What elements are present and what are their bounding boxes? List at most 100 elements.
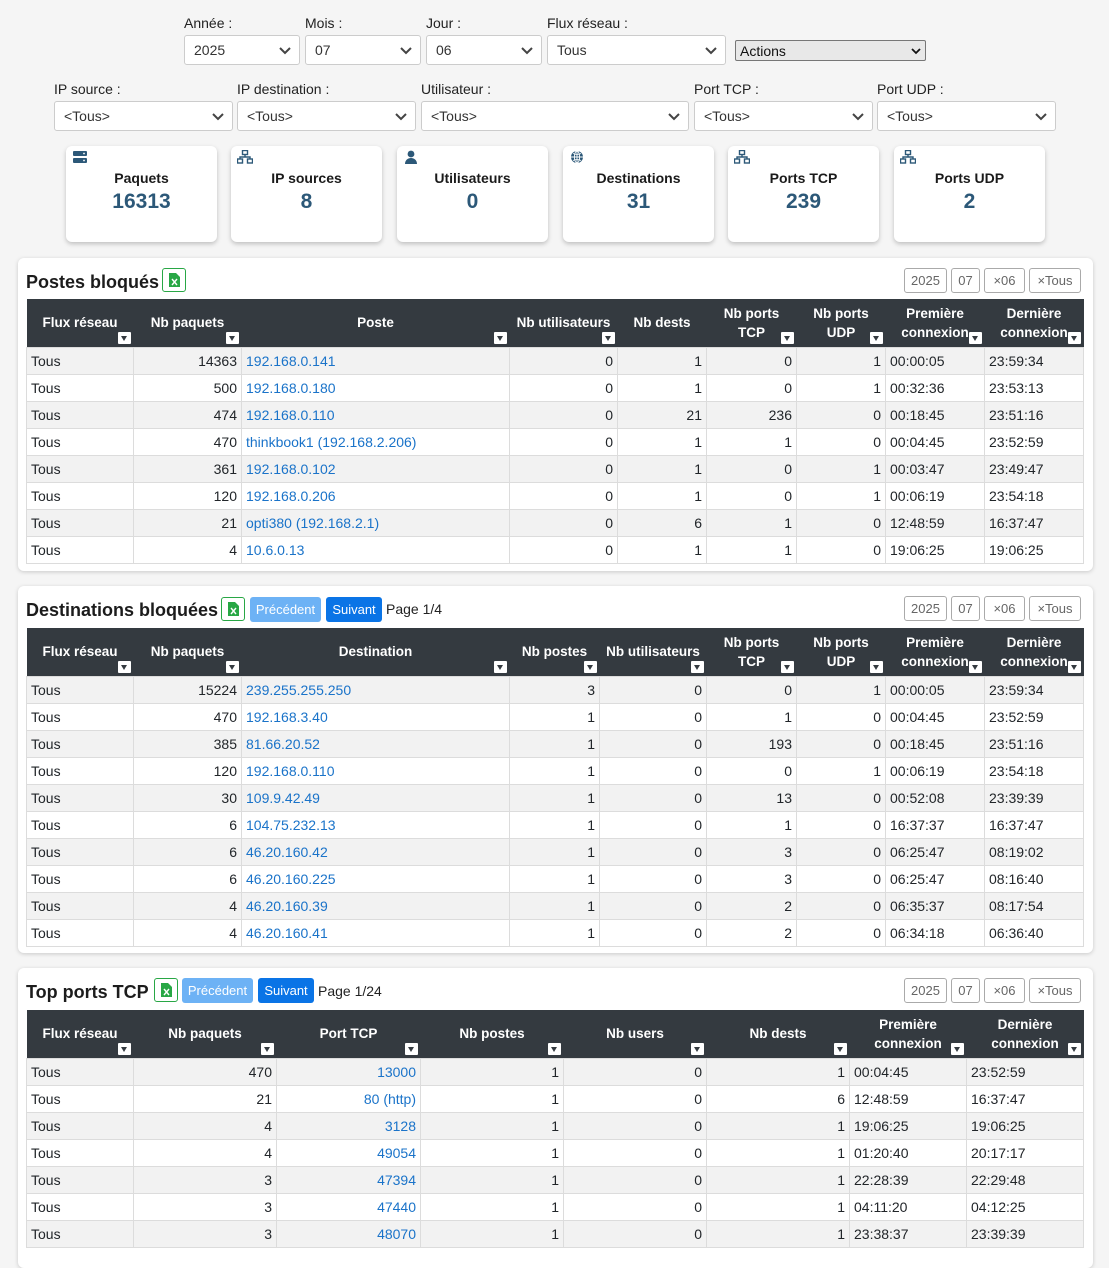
table-link[interactable]: 47440 [377,1199,416,1215]
column-header-nb-postes[interactable]: Nb postes [420,1010,564,1058]
table-link[interactable]: 109.9.42.49 [246,790,320,806]
filter-all-button[interactable]: ×Tous [1029,978,1081,1003]
filter-day-button[interactable]: ×06 [984,596,1025,621]
kpi-destinations[interactable]: Destinations 31 [563,146,714,242]
table-link[interactable]: 49054 [377,1145,416,1161]
table-link[interactable]: 48070 [377,1226,416,1242]
filter-year-button[interactable]: 2025 [904,268,947,293]
column-filter-dropdown-icon[interactable] [950,1042,964,1055]
column-header-nb-dests[interactable]: Nb dests [617,299,707,347]
column-filter-dropdown-icon[interactable] [968,331,982,344]
column-filter-dropdown-icon[interactable] [117,331,131,344]
column-filter-dropdown-icon[interactable] [869,660,883,673]
column-header-premiere-connexion[interactable]: Première connexion [885,628,985,676]
column-filter-dropdown-icon[interactable] [1067,331,1081,344]
column-header-nb-dests[interactable]: Nb dests [706,1010,850,1058]
column-header-nb-paquets[interactable]: Nb paquets [133,299,242,347]
column-filter-dropdown-icon[interactable] [493,660,507,673]
column-filter-dropdown-icon[interactable] [547,1042,561,1055]
kpi-ports-udp[interactable]: Ports UDP 2 [894,146,1045,242]
column-filter-dropdown-icon[interactable] [117,660,131,673]
column-filter-dropdown-icon[interactable] [690,1042,704,1055]
column-header-nb-utilisateurs[interactable]: Nb utilisateurs [509,299,618,347]
column-filter-dropdown-icon[interactable] [869,331,883,344]
column-header-premiere-connexion[interactable]: Première connexion [849,1010,967,1058]
column-filter-dropdown-icon[interactable] [780,660,794,673]
table-link[interactable]: 192.168.0.206 [246,488,336,504]
table-link[interactable]: 192.168.0.180 [246,380,336,396]
table-link[interactable]: 3128 [385,1118,416,1134]
table-link[interactable]: 192.168.0.102 [246,461,336,477]
column-header-flux-reseau[interactable]: Flux réseau [26,1010,134,1058]
column-header-poste[interactable]: Poste [241,299,510,347]
column-header-flux-reseau[interactable]: Flux réseau [26,299,134,347]
table-link[interactable]: 81.66.20.52 [246,736,320,752]
table-link[interactable]: 47394 [377,1172,416,1188]
excel-export-button[interactable] [162,268,186,292]
table-link[interactable]: 192.168.0.110 [246,407,335,423]
previous-page-button[interactable]: Précédent [250,597,321,622]
table-link[interactable]: 104.75.232.13 [246,817,336,833]
table-link[interactable]: 46.20.160.225 [246,871,336,887]
next-page-button[interactable]: Suivant [258,978,314,1003]
column-header-nb-ports-tcp[interactable]: Nb ports TCP [706,299,797,347]
column-header-nb-users[interactable]: Nb users [563,1010,707,1058]
column-filter-dropdown-icon[interactable] [583,660,597,673]
table-link[interactable]: 192.168.0.141 [246,353,336,369]
ip-source-select[interactable]: <Tous> [54,101,233,131]
filter-month-button[interactable]: 07 [951,978,980,1003]
column-header-nb-ports-udp[interactable]: Nb ports UDP [796,299,886,347]
filter-month-button[interactable]: 07 [951,596,980,621]
column-filter-dropdown-icon[interactable] [225,331,239,344]
filter-month-button[interactable]: 07 [951,268,980,293]
table-link[interactable]: 46.20.160.42 [246,844,328,860]
kpi-ports-tcp[interactable]: Ports TCP 239 [728,146,879,242]
previous-page-button[interactable]: Précédent [182,978,253,1003]
column-header-nb-ports-udp[interactable]: Nb ports UDP [796,628,886,676]
ip-dest-select[interactable]: <Tous> [237,101,416,131]
column-filter-dropdown-icon[interactable] [690,660,704,673]
column-filter-dropdown-icon[interactable] [833,1042,847,1055]
column-filter-dropdown-icon[interactable] [601,331,615,344]
kpi-paquets[interactable]: Paquets 16313 [66,146,217,242]
table-link[interactable]: 192.168.3.40 [246,709,328,725]
filter-all-button[interactable]: ×Tous [1029,596,1081,621]
actions-select[interactable]: Actions [735,40,926,61]
filter-year-button[interactable]: 2025 [904,978,947,1003]
table-link[interactable]: 46.20.160.39 [246,898,328,914]
column-header-nb-paquets[interactable]: Nb paquets [133,628,242,676]
filter-all-button[interactable]: ×Tous [1029,268,1081,293]
column-header-nb-ports-tcp[interactable]: Nb ports TCP [706,628,797,676]
port-udp-select[interactable]: <Tous> [877,101,1056,131]
column-header-destination[interactable]: Destination [241,628,510,676]
column-filter-dropdown-icon[interactable] [1067,1042,1081,1055]
table-link[interactable]: 192.168.0.110 [246,763,335,779]
column-filter-dropdown-icon[interactable] [117,1042,131,1055]
annee-select[interactable]: 2025 [184,35,300,65]
table-link[interactable]: 46.20.160.41 [246,925,328,941]
column-header-flux-reseau[interactable]: Flux réseau [26,628,134,676]
filter-day-button[interactable]: ×06 [984,978,1025,1003]
jour-select[interactable]: 06 [426,35,542,65]
port-tcp-select[interactable]: <Tous> [694,101,873,131]
excel-export-button[interactable] [154,978,178,1002]
column-header-derniere-connexion[interactable]: Dernière connexion [966,1010,1084,1058]
table-link[interactable]: thinkbook1 (192.168.2.206) [246,434,416,450]
excel-export-button[interactable] [221,597,245,621]
filter-day-button[interactable]: ×06 [984,268,1025,293]
column-header-derniere-connexion[interactable]: Dernière connexion [984,299,1084,347]
table-link[interactable]: 13000 [377,1064,416,1080]
utilisateur-select[interactable]: <Tous> [421,101,689,131]
table-link[interactable]: 239.255.255.250 [246,682,351,698]
table-link[interactable]: 10.6.0.13 [246,542,304,558]
kpi-ip-sources[interactable]: IP sources 8 [231,146,382,242]
column-header-derniere-connexion[interactable]: Dernière connexion [984,628,1084,676]
flux-select[interactable]: Tous [547,35,726,65]
column-header-nb-paquets[interactable]: Nb paquets [133,1010,277,1058]
column-header-nb-postes[interactable]: Nb postes [509,628,600,676]
column-filter-dropdown-icon[interactable] [225,660,239,673]
mois-select[interactable]: 07 [305,35,421,65]
column-header-port-tcp[interactable]: Port TCP [276,1010,421,1058]
column-filter-dropdown-icon[interactable] [1067,660,1081,673]
column-header-nb-utilisateurs[interactable]: Nb utilisateurs [599,628,707,676]
